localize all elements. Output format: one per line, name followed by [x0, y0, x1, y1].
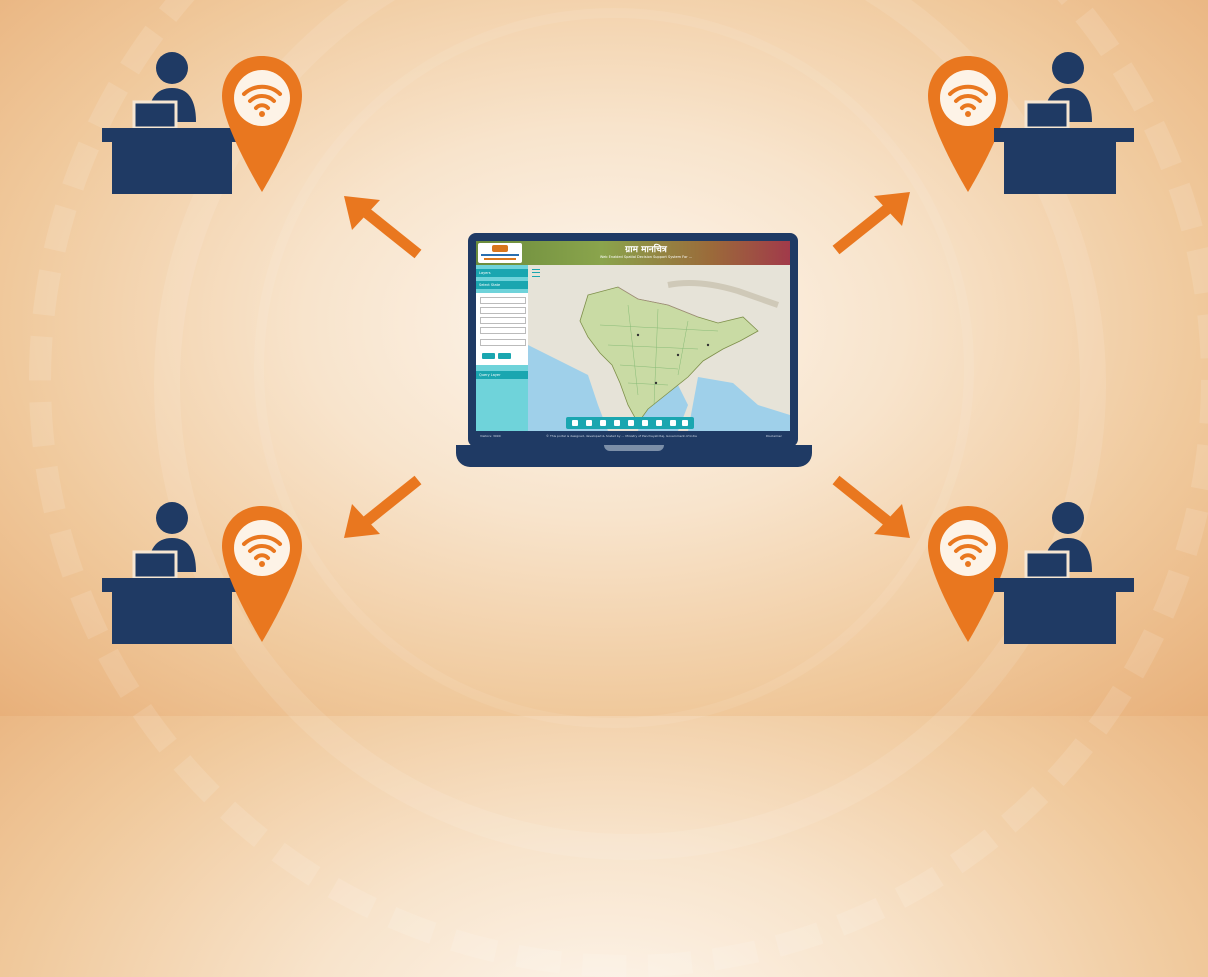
- village-select-field[interactable]: [480, 339, 526, 346]
- location-pin-icon: [222, 56, 302, 192]
- portal-header: ग्राम मानचित्र Web Enabled Spatial Decis…: [476, 241, 790, 265]
- user-station-bottom-left: [100, 500, 310, 650]
- portal-sidebar: Layers Select State Query Layer: [476, 265, 528, 431]
- sidebar-section-layers[interactable]: Layers: [476, 269, 528, 277]
- sidebar-form-panel: [476, 293, 528, 365]
- desk-icon: [102, 128, 252, 194]
- user-station-bottom-right: [928, 500, 1138, 650]
- menu-toggle-icon[interactable]: [532, 269, 540, 277]
- laptop-lid: ग्राम मानचित्र Web Enabled Spatial Decis…: [468, 233, 798, 447]
- block-select-field[interactable]: [480, 317, 526, 324]
- reset-button[interactable]: [498, 353, 511, 359]
- user-station-top-left: [100, 50, 310, 200]
- computer-monitor-icon: [1024, 550, 1070, 580]
- sidebar-section-select-state[interactable]: Select State: [476, 281, 528, 289]
- user-station-top-right: [928, 50, 1138, 200]
- location-pin-icon: [928, 506, 1008, 642]
- print-tool-icon[interactable]: [642, 420, 648, 426]
- state-select-field[interactable]: [480, 297, 526, 304]
- laptop-notch: [604, 445, 664, 451]
- refresh-tool-icon[interactable]: [670, 420, 676, 426]
- laptop-icon: ग्राम मानचित्र Web Enabled Spatial Decis…: [456, 233, 812, 469]
- info-tool-icon[interactable]: [656, 420, 662, 426]
- portal-title: ग्राम मानचित्र: [625, 245, 667, 255]
- location-pin-icon: [222, 506, 302, 642]
- location-pin-icon: [928, 56, 1008, 192]
- desk-icon: [994, 578, 1134, 644]
- computer-monitor-icon: [132, 100, 178, 130]
- computer-monitor-icon: [1024, 100, 1070, 130]
- desk-icon: [102, 578, 252, 644]
- panchayat-select-field[interactable]: [480, 327, 526, 334]
- laptop-base: [456, 445, 812, 467]
- arrow-icon-bottom-right: [832, 475, 910, 538]
- arrow-icon-top-right: [832, 192, 910, 255]
- zoom-in-tool-icon[interactable]: [586, 420, 592, 426]
- desk-icon: [994, 128, 1134, 194]
- portal-subtitle: Web Enabled Spatial Decision Support Sys…: [599, 255, 693, 259]
- layers-tool-icon[interactable]: [682, 420, 688, 426]
- pan-tool-icon[interactable]: [614, 420, 620, 426]
- measure-tool-icon[interactable]: [628, 420, 634, 426]
- map-view[interactable]: [528, 265, 790, 431]
- district-select-field[interactable]: [480, 307, 526, 314]
- portal-footer: Visitors: 3090 © This portal is designed…: [476, 431, 790, 441]
- footer-disclaimer[interactable]: Disclaimer: [766, 431, 782, 441]
- map-toolbar: [566, 417, 694, 429]
- zoom-out-tool-icon[interactable]: [600, 420, 606, 426]
- laptop-screen: ग्राम मानचित्र Web Enabled Spatial Decis…: [476, 241, 790, 441]
- arrow-icon-top-left: [344, 196, 422, 259]
- portal-logo: [478, 243, 522, 263]
- footer-visitors: Visitors: 3090: [480, 434, 501, 438]
- computer-monitor-icon: [132, 550, 178, 580]
- home-tool-icon[interactable]: [572, 420, 578, 426]
- arrow-icon-bottom-left: [344, 475, 422, 538]
- submit-button[interactable]: [482, 353, 495, 359]
- sidebar-section-query-layer[interactable]: Query Layer: [476, 371, 528, 379]
- footer-credits: © This portal is designed, developed & h…: [546, 434, 697, 438]
